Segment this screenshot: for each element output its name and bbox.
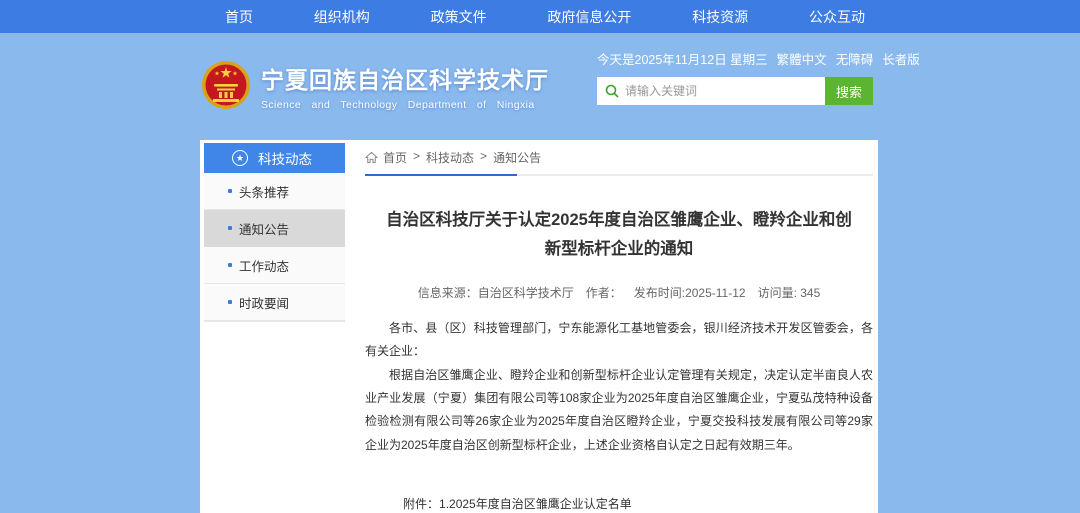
home-icon[interactable]: [365, 151, 378, 164]
sidebar-item-label: 工作动态: [239, 256, 289, 275]
breadcrumb-segment[interactable]: 科技动态: [426, 149, 474, 166]
article-title: 自治区科技厅关于认定2025年度自治区雏鹰企业、瞪羚企业和创新型标杆企业的通知: [385, 206, 852, 264]
breadcrumb-segment: >: [413, 149, 420, 166]
breadcrumb-segment: >: [480, 149, 487, 166]
search-input[interactable]: [625, 84, 819, 98]
quick-links: 繁體中文无障碍长者版: [768, 49, 920, 68]
sidebar-item[interactable]: 时政要闻: [204, 284, 345, 321]
attachments-label: 附件：: [403, 493, 439, 513]
nav-item[interactable]: 组织机构: [314, 7, 370, 27]
nav-item[interactable]: 政府信息公开: [547, 7, 631, 27]
article-paragraph: 各市、县（区）科技管理部门，宁东能源化工基地管委会，银川经济技术开发区管委会，各…: [365, 317, 873, 364]
bullet-dot-icon: [228, 300, 232, 304]
sidebar-item-label: 通知公告: [239, 219, 289, 238]
star-circle-icon: ★: [232, 150, 248, 166]
bullet-dot-icon: [228, 226, 232, 230]
breadcrumb-divider: [365, 174, 873, 176]
today-date: 今天是2025年11月12日 星期三: [597, 49, 768, 68]
attachments-list: 1.2025年度自治区雏鹰企业认定名单2.2025年度自治区瞪羚企业认定名单3.…: [439, 493, 668, 513]
search-button[interactable]: 搜索: [825, 77, 873, 105]
breadcrumb-segment[interactable]: 首页: [383, 149, 407, 166]
breadcrumb-segment[interactable]: 通知公告: [493, 149, 541, 166]
nav-item[interactable]: 科技资源: [692, 7, 748, 27]
quick-link[interactable]: 长者版: [882, 49, 920, 68]
site-subtitle: Science and Technology Department of Nin…: [261, 99, 549, 111]
nav-item[interactable]: 公众互动: [809, 7, 865, 27]
top-nav-items: 首页 组织机构 政策文件 政府信息公开 科技资源 公众互动: [225, 0, 865, 33]
quick-link[interactable]: 无障碍: [836, 49, 874, 68]
content-wrapper: ★ 科技动态 头条推荐 通知公告 工作动态 时政要闻: [200, 140, 878, 513]
site-title-block: 宁夏回族自治区科学技术厅 Science and Technology Depa…: [261, 61, 549, 111]
bullet-dot-icon: [228, 189, 232, 193]
sidebar-item[interactable]: 通知公告: [204, 210, 345, 247]
sidebar-title: 科技动态: [258, 148, 312, 168]
attachment-link[interactable]: 1.2025年度自治区雏鹰企业认定名单: [439, 493, 668, 513]
header-right: 今天是2025年11月12日 星期三 繁體中文无障碍长者版 搜索: [597, 49, 873, 105]
national-emblem-logo: [201, 58, 251, 114]
sidebar-item[interactable]: 工作动态: [204, 247, 345, 284]
search-icon: [605, 84, 619, 98]
sidebar-header: ★ 科技动态: [204, 143, 345, 173]
nav-item[interactable]: 首页: [225, 7, 253, 27]
site-header: 宁夏回族自治区科学技术厅 Science and Technology Depa…: [201, 58, 549, 114]
article-meta: 信息来源：自治区科学技术厅作者： 发布时间:2025-11-12 访问量: 345: [365, 284, 873, 301]
article-body: 各市、县（区）科技管理部门，宁东能源化工基地管委会，银川经济技术开发区管委会，各…: [365, 317, 873, 457]
quick-link[interactable]: 繁體中文: [777, 49, 827, 68]
sidebar-item[interactable]: 头条推荐: [204, 173, 345, 210]
attachments-block: 附件： 1.2025年度自治区雏鹰企业认定名单2.2025年度自治区瞪羚企业认定…: [403, 493, 873, 513]
breadcrumb: 首页 > 科技动态 > 通知公告: [365, 140, 873, 174]
sidebar-item-label: 时政要闻: [239, 293, 289, 312]
top-nav: 首页 组织机构 政策文件 政府信息公开 科技资源 公众互动: [0, 0, 1080, 33]
nav-item[interactable]: 政策文件: [431, 7, 487, 27]
sidebar-list: 头条推荐 通知公告 工作动态 时政要闻: [204, 173, 345, 321]
meta-segment: 作者：: [586, 286, 622, 300]
article-paragraph: 根据自治区雏鹰企业、瞪羚企业和创新型标杆企业认定管理有关规定，决定认定半亩良人农…: [365, 364, 873, 458]
bullet-dot-icon: [228, 263, 232, 267]
search-bar: 搜索: [597, 77, 873, 105]
site-title: 宁夏回族自治区科学技术厅: [261, 61, 549, 95]
sidebar-item-label: 头条推荐: [239, 182, 289, 201]
meta-segment: 发布时间:2025-11-12: [634, 286, 746, 300]
meta-segment: 信息来源：自治区科学技术厅: [418, 286, 574, 300]
meta-segment: 访问量: 345: [758, 286, 821, 300]
sidebar: ★ 科技动态 头条推荐 通知公告 工作动态 时政要闻: [204, 143, 345, 322]
article-main: 首页 > 科技动态 > 通知公告 自治区科技厅关于认定2025年度自治区雏鹰企业、瞪羚企…: [365, 140, 873, 513]
